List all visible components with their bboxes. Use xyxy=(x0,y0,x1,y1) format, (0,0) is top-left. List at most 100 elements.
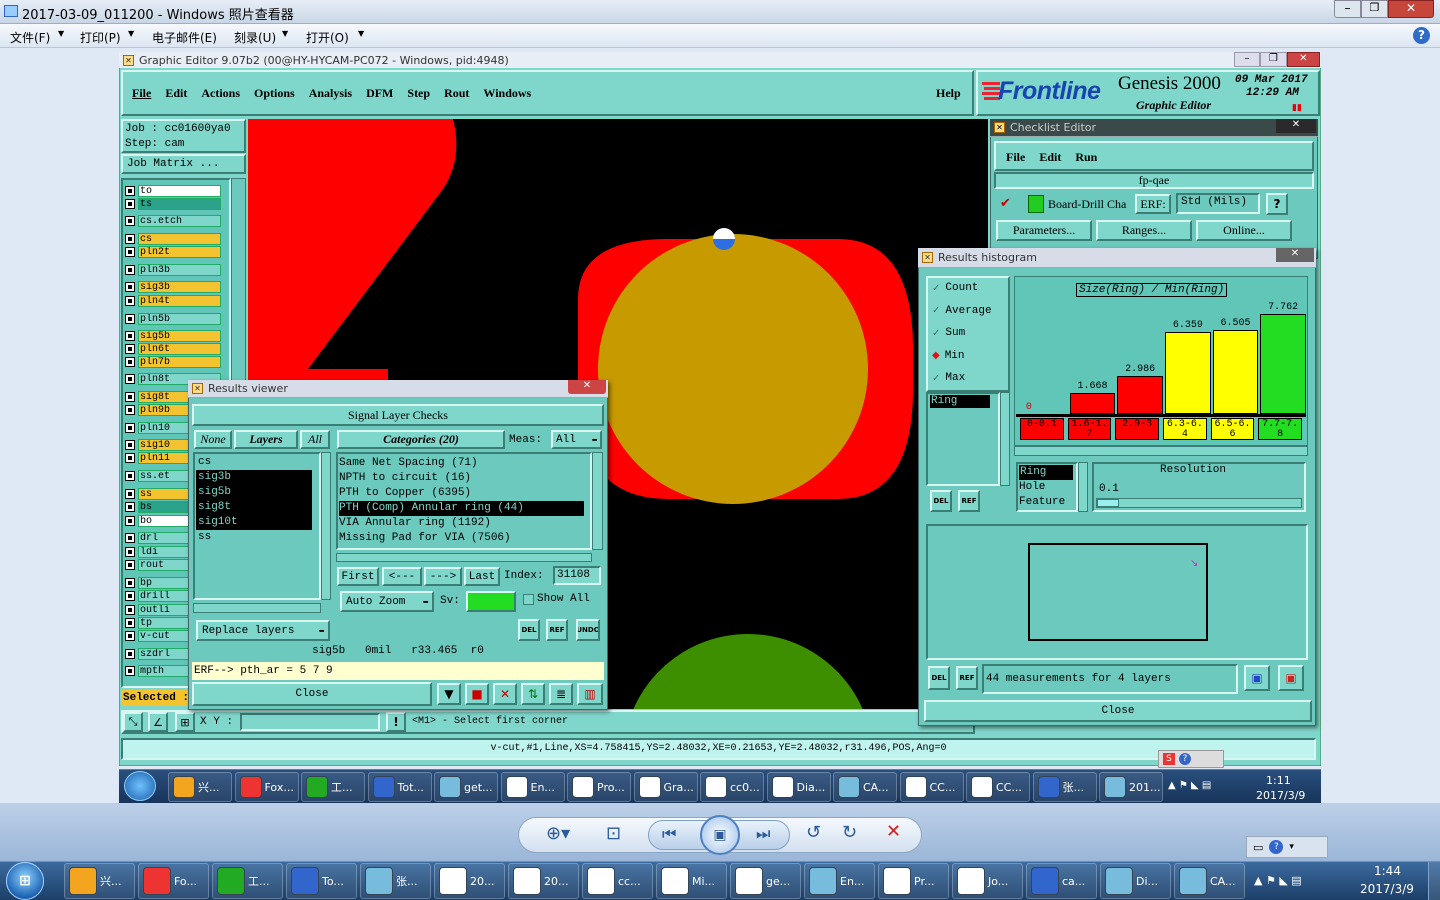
layer-row[interactable]: to xyxy=(125,185,221,197)
viewer-menu-burn[interactable]: 刻录(U) xyxy=(234,29,276,46)
inner-taskbar-item[interactable]: 工... xyxy=(301,772,365,802)
taskbar-item[interactable]: ge... xyxy=(730,863,801,899)
layer-checkbox[interactable] xyxy=(125,560,135,570)
histogram-list-scroll[interactable] xyxy=(1000,392,1010,486)
layer-list-hscroll[interactable] xyxy=(193,603,321,613)
ranges-button[interactable]: Ranges... xyxy=(1096,220,1192,241)
layer-checkbox[interactable] xyxy=(125,344,135,354)
taskbar-item[interactable]: Jo... xyxy=(952,863,1023,899)
rotate-left-icon[interactable]: ↺ xyxy=(806,822,821,843)
layer-row[interactable]: ts xyxy=(125,198,221,210)
checklist-menu-run[interactable]: Run xyxy=(1075,150,1097,165)
index-input[interactable]: 31108 xyxy=(553,566,601,585)
histogram-bin-label[interactable]: 6.3-6.4 xyxy=(1163,418,1207,440)
histogram-option-sum[interactable]: ✓ Sum xyxy=(932,327,965,339)
list-item[interactable]: NPTH to circuit (16) xyxy=(339,471,584,486)
resolution-slider[interactable] xyxy=(1096,498,1302,508)
menu-windows[interactable]: Windows xyxy=(483,86,531,101)
previous-icon[interactable]: ⏮ xyxy=(662,824,676,844)
online-button[interactable]: Online... xyxy=(1196,220,1292,241)
taskbar-item[interactable]: cc... xyxy=(582,863,653,899)
inner-taskbar-item[interactable]: CC... xyxy=(899,772,964,802)
layer-checkbox[interactable] xyxy=(125,392,135,402)
xy-input[interactable] xyxy=(240,713,380,731)
help-icon[interactable]: ? xyxy=(1413,27,1430,44)
erf-value[interactable]: Std (Mils) xyxy=(1176,193,1260,214)
list-item[interactable]: ss xyxy=(196,530,312,545)
histogram-close-icon[interactable]: ✕ xyxy=(1276,248,1314,262)
hist-delete-icon[interactable]: DEL xyxy=(930,490,952,512)
results-viewer-close-icon[interactable]: ✕ xyxy=(568,380,606,394)
categories-header[interactable]: Categories (20) xyxy=(337,430,505,449)
layer-checkbox[interactable] xyxy=(125,199,135,209)
taskbar-item[interactable]: Di... xyxy=(1100,863,1171,899)
export-icon[interactable]: ▣ xyxy=(1244,665,1270,691)
none-button[interactable]: None xyxy=(194,430,232,449)
layer-row[interactable]: cs.etch xyxy=(125,215,221,227)
layer-checkbox[interactable] xyxy=(125,216,135,226)
viewer-minimize-button[interactable]: – xyxy=(1334,0,1361,18)
taskbar-item[interactable]: 兴... xyxy=(64,863,135,899)
taskbar-item[interactable]: ca... xyxy=(1026,863,1097,899)
histogram-bin-label[interactable]: 2.9-3 xyxy=(1115,418,1159,440)
taskbar-item[interactable]: 20... xyxy=(508,863,579,899)
zoom-icon[interactable]: ⊕▾ xyxy=(546,823,570,844)
layer-row[interactable]: sig3b xyxy=(125,281,221,293)
layer-icon[interactable]: ⇅ xyxy=(521,683,545,705)
inner-taskbar-item[interactable]: Gra... xyxy=(633,772,698,802)
layer-row[interactable]: pln3b xyxy=(125,264,221,276)
inner-taskbar-item[interactable]: 兴... xyxy=(168,772,232,802)
taskbar-item[interactable]: 张... xyxy=(360,863,431,899)
checklist-close-icon[interactable]: ✕ xyxy=(1276,119,1316,133)
menu-step[interactable]: Step xyxy=(407,86,430,101)
meas-select[interactable]: All ▬ xyxy=(551,430,602,449)
replace-layers-select[interactable]: Replace layers ▬ xyxy=(196,620,330,641)
menu-file[interactable]: File xyxy=(132,86,151,101)
taskbar-item[interactable]: 20... xyxy=(434,863,505,899)
resolution-slider-handle[interactable] xyxy=(1097,499,1119,507)
list-item[interactable]: sig3b xyxy=(196,470,312,485)
inner-taskbar-item[interactable]: 张... xyxy=(1032,772,1097,802)
actual-size-icon[interactable]: ⊡ xyxy=(606,823,621,844)
layer-checkbox[interactable] xyxy=(125,591,135,601)
viewer-close-button[interactable]: ✕ xyxy=(1388,0,1434,18)
auto-zoom-select[interactable]: Auto Zoom ▬ xyxy=(340,591,434,612)
viewer-menu-file[interactable]: 文件(F) xyxy=(10,29,50,46)
inner-taskbar-item[interactable]: Fox... xyxy=(234,772,299,802)
grid-tool-icon[interactable]: ⊞ xyxy=(175,712,195,732)
inner-taskbar-item[interactable]: 201... xyxy=(1099,772,1163,802)
pin-icon[interactable]: ▼ xyxy=(437,683,461,705)
layer-checkbox[interactable] xyxy=(125,357,135,367)
clear-icon[interactable]: ✕ xyxy=(493,683,517,705)
next-icon[interactable]: ⏭ xyxy=(756,824,770,844)
layer-checkbox[interactable] xyxy=(125,247,135,257)
histogram-bin-label[interactable]: 7.7-7.8 xyxy=(1258,418,1302,440)
layer-checkbox[interactable] xyxy=(125,186,135,196)
categories-vscroll[interactable] xyxy=(592,452,603,550)
taskbar-item[interactable]: 工... xyxy=(212,863,283,899)
hist-refresh2-icon[interactable]: REF xyxy=(956,666,978,690)
action-name[interactable]: Board-Drill Cha xyxy=(1048,197,1134,212)
histogram-bar[interactable] xyxy=(1212,330,1259,414)
layer-checkbox[interactable] xyxy=(125,502,135,512)
prev-button[interactable]: <--- xyxy=(382,567,422,586)
menu-analysis[interactable]: Analysis xyxy=(309,86,352,101)
list-item[interactable]: Feature xyxy=(1019,495,1073,510)
list-item[interactable]: sig10t xyxy=(196,515,312,530)
layer-checkbox[interactable] xyxy=(125,533,135,543)
layer-checkbox[interactable] xyxy=(125,331,135,341)
genesis-window-controls[interactable]: – ❐ ✕ xyxy=(1234,52,1321,67)
menu-dfm[interactable]: DFM xyxy=(366,86,393,101)
histogram-option-count[interactable]: ✓ Count xyxy=(932,282,978,294)
sv-color-select[interactable] xyxy=(466,591,516,612)
list-item[interactable]: PTH (Comp) Annular ring (44) xyxy=(339,501,584,516)
menu-rout[interactable]: Rout xyxy=(444,86,469,101)
list-item[interactable]: Missing Pad for VIA (7506) xyxy=(339,531,584,546)
measure-tool-icon[interactable]: ∠ xyxy=(148,712,168,732)
layer-checkbox[interactable] xyxy=(125,578,135,588)
histogram-bar[interactable] xyxy=(1260,314,1306,414)
list-item[interactable]: PTH to Copper (6395) xyxy=(339,486,584,501)
clock-date[interactable]: 2017/3/9 xyxy=(1360,882,1414,896)
layer-row[interactable]: pln5b xyxy=(125,313,221,325)
layer-checkbox[interactable] xyxy=(125,666,135,676)
